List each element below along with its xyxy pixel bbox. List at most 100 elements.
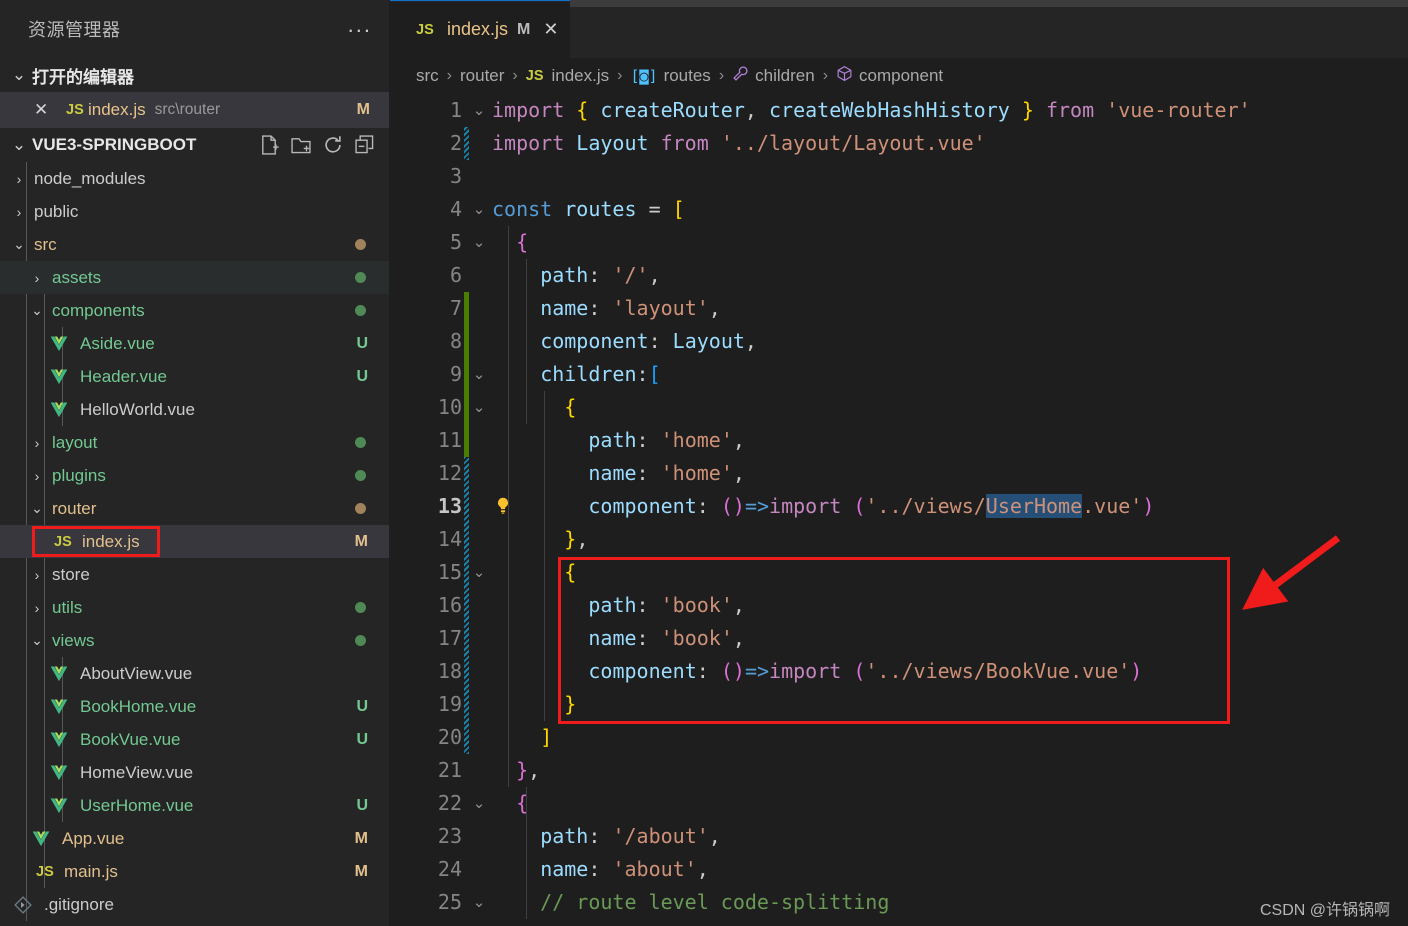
code-line[interactable]: 11 path: 'home', xyxy=(390,424,1408,457)
tree-item-homeview-vue[interactable]: HomeView.vue xyxy=(0,756,390,789)
fold-chevron-icon[interactable]: ⌄ xyxy=(468,193,490,226)
code-line[interactable]: 13 component: ()=>import ('../views/User… xyxy=(390,490,1408,523)
refresh-icon[interactable] xyxy=(322,134,344,156)
js-file-icon: JS xyxy=(525,68,544,84)
chevron-right-icon[interactable]: › xyxy=(26,435,48,451)
chevron-right-icon[interactable]: › xyxy=(26,600,48,616)
tree-item--gitignore[interactable]: .gitignore xyxy=(0,888,390,921)
status-badge: M xyxy=(354,829,368,847)
array-symbol-icon: [◙] xyxy=(630,67,658,85)
line-number: 5 xyxy=(449,230,462,254)
chevron-right-icon[interactable]: › xyxy=(26,270,48,286)
chevron-down-icon[interactable]: ⌄ xyxy=(26,302,48,319)
tree-item-assets[interactable]: › assets xyxy=(0,261,390,294)
code-line[interactable]: 5 ⌄ { xyxy=(390,226,1408,259)
code-line[interactable]: 24 name: 'about', xyxy=(390,853,1408,886)
chevron-right-icon[interactable]: › xyxy=(8,204,30,220)
fold-chevron-icon[interactable]: ⌄ xyxy=(468,94,490,127)
code-line[interactable]: 16 path: 'book', xyxy=(390,589,1408,622)
breadcrumb-label: routes xyxy=(663,66,711,85)
close-icon[interactable]: ✕ xyxy=(34,100,62,120)
breadcrumb-item-component[interactable]: component xyxy=(836,65,943,87)
chevron-right-icon[interactable]: › xyxy=(8,171,30,187)
tree-item-aside-vue[interactable]: Aside.vue U xyxy=(0,327,390,360)
tree-item-views[interactable]: ⌄ views xyxy=(0,624,390,657)
code-line[interactable]: 22 ⌄ { xyxy=(390,787,1408,820)
breadcrumb-item-index-js[interactable]: JS index.js xyxy=(526,66,609,86)
tree-item-bookvue-vue[interactable]: BookVue.vue U xyxy=(0,723,390,756)
tree-item-node_modules[interactable]: › node_modules xyxy=(0,162,390,195)
status-badge: M xyxy=(354,862,368,880)
tree-item-app-vue[interactable]: App.vue M xyxy=(0,822,390,855)
code-line[interactable]: 8 component: Layout, xyxy=(390,325,1408,358)
status-badge: M xyxy=(354,532,368,550)
code-line[interactable]: 15 ⌄ { xyxy=(390,556,1408,589)
code-line[interactable]: 14 }, xyxy=(390,523,1408,556)
code-text: { xyxy=(516,230,529,254)
tree-item-store[interactable]: › store xyxy=(0,558,390,591)
tree-item-header-vue[interactable]: Header.vue U xyxy=(0,360,390,393)
new-file-icon[interactable] xyxy=(258,134,280,156)
code-line[interactable]: 6 path: '/', xyxy=(390,259,1408,292)
chevron-down-icon[interactable]: ⌄ xyxy=(26,500,48,517)
close-icon[interactable]: ✕ xyxy=(543,19,558,40)
breadcrumb-item-src[interactable]: src xyxy=(416,66,439,86)
tree-item-router[interactable]: ⌄ router xyxy=(0,492,390,525)
code-line[interactable]: 25 ⌄ // route level code-splitting xyxy=(390,886,1408,919)
more-actions-icon[interactable]: ... xyxy=(348,14,372,38)
fold-chevron-icon[interactable]: ⌄ xyxy=(468,226,490,259)
tree-item-layout[interactable]: › layout xyxy=(0,426,390,459)
tree-item-index-js[interactable]: JS index.js M xyxy=(0,525,390,558)
tab-index-js[interactable]: JS index.js M ✕ xyxy=(390,0,570,58)
tree-item-src[interactable]: ⌄ src xyxy=(0,228,390,261)
breadcrumb-item-routes[interactable]: [◙] routes xyxy=(630,66,710,86)
tree-item-label: layout xyxy=(52,432,98,452)
tree-item-label: views xyxy=(52,630,95,650)
chevron-right-icon[interactable]: › xyxy=(26,468,48,484)
tree-item-bookhome-vue[interactable]: BookHome.vue U xyxy=(0,690,390,723)
code-editor[interactable]: 1 ⌄ import { createRouter, createWebHashHi… xyxy=(390,94,1408,926)
code-line[interactable]: 10 ⌄ { xyxy=(390,391,1408,424)
code-line[interactable]: 2 import Layout from '../layout/Layout.vu… xyxy=(390,127,1408,160)
collapse-all-icon[interactable] xyxy=(354,134,376,156)
code-line[interactable]: 19 } xyxy=(390,688,1408,721)
breadcrumb-item-router[interactable]: router xyxy=(460,66,504,86)
fold-chevron-icon[interactable]: ⌄ xyxy=(468,787,490,820)
open-editor-item-index-js[interactable]: ✕ JS index.js src\router M xyxy=(0,92,390,128)
code-line[interactable]: 12 name: 'home', xyxy=(390,457,1408,490)
chevron-down-icon[interactable]: ⌄ xyxy=(8,236,30,253)
fold-chevron-icon[interactable]: ⌄ xyxy=(468,556,490,589)
tree-item-aboutview-vue[interactable]: AboutView.vue xyxy=(0,657,390,690)
fold-chevron-icon[interactable]: ⌄ xyxy=(468,358,490,391)
code-line[interactable]: 1 ⌄ import { createRouter, createWebHashHi… xyxy=(390,94,1408,127)
code-text: } xyxy=(564,692,577,716)
tree-item-userhome-vue[interactable]: UserHome.vue U xyxy=(0,789,390,822)
new-folder-icon[interactable] xyxy=(290,134,312,156)
code-line[interactable]: 17 name: 'book', xyxy=(390,622,1408,655)
section-open-editors[interactable]: ⌄ 打开的编辑器 xyxy=(0,58,390,92)
code-line[interactable]: 20 ] xyxy=(390,721,1408,754)
code-line[interactable]: 3 xyxy=(390,160,1408,193)
line-number: 1 xyxy=(449,98,462,122)
chevron-right-icon[interactable]: › xyxy=(26,567,48,583)
tree-item-helloworld-vue[interactable]: HelloWorld.vue xyxy=(0,393,390,426)
lightbulb-quickfix-icon[interactable] xyxy=(493,496,513,516)
tree-item-components[interactable]: ⌄ components xyxy=(0,294,390,327)
breadcrumb-label: src xyxy=(416,66,439,85)
breadcrumb-item-children[interactable]: children xyxy=(732,65,815,87)
chevron-down-icon[interactable]: ⌄ xyxy=(26,632,48,649)
code-line[interactable]: 21 }, xyxy=(390,754,1408,787)
code-line[interactable]: 18 component: ()=>import ('../views/Book… xyxy=(390,655,1408,688)
tree-item-utils[interactable]: › utils xyxy=(0,591,390,624)
section-project-root[interactable]: ⌄ VUE3-SPRINGBOOT xyxy=(0,128,390,162)
tree-item-main-js[interactable]: JS main.js M xyxy=(0,855,390,888)
code-line[interactable]: 4 ⌄ const routes = [ xyxy=(390,193,1408,226)
fold-chevron-icon[interactable]: ⌄ xyxy=(468,886,490,919)
fold-chevron-icon[interactable]: ⌄ xyxy=(468,391,490,424)
code-line[interactable]: 9 ⌄ children:[ xyxy=(390,358,1408,391)
vue-file-icon xyxy=(48,664,70,684)
code-line[interactable]: 7 name: 'layout', xyxy=(390,292,1408,325)
tree-item-public[interactable]: › public xyxy=(0,195,390,228)
code-line[interactable]: 23 path: '/about', xyxy=(390,820,1408,853)
tree-item-plugins[interactable]: › plugins xyxy=(0,459,390,492)
